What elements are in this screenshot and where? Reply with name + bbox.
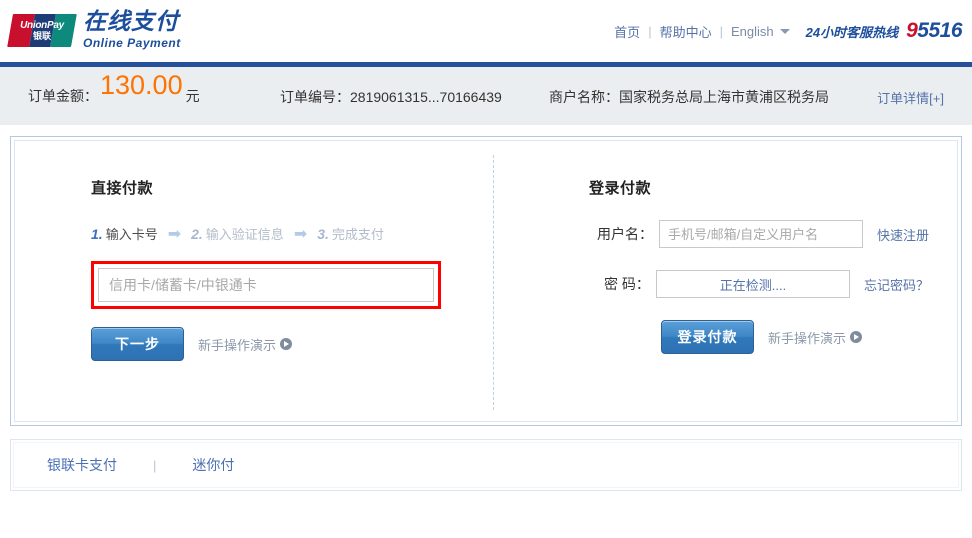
nav-separator-2: | [719,23,723,39]
password-label: 密 码： [604,276,650,292]
login-pay-actions: 登录付款 新手操作演示 [661,320,929,354]
username-row: 用户名： 快速注册 [589,220,929,248]
step-1: 1. 输入卡号 [91,224,158,243]
username-input[interactable] [658,220,863,248]
order-summary-bar: 订单金额： 130.00 元 订单编号：2819061315...7016643… [0,67,972,125]
payment-panel: 直接付款 1. 输入卡号 ➡ 2. 输入验证信息 ➡ 3. 完成支付 信用卡/储… [10,136,962,426]
quick-register-link[interactable]: 快速注册 [877,225,929,244]
hotline-number-first: 9 [906,19,918,42]
language-selector[interactable]: English [731,24,790,39]
logo-mark-cn: 银联 [32,30,51,40]
step-arrow-icon-1: ➡ [167,225,182,243]
logo-mark-en: UnionPay [20,19,64,30]
unionpay-logo[interactable]: UnionPay 银联 在线支付 Online Payment [7,9,181,50]
tab-unionpay-card[interactable]: 银联卡支付 [47,455,117,475]
password-status-text: 正在检测.... [719,277,787,293]
step-2-number: 2. [191,226,203,242]
card-number-input[interactable] [98,268,434,302]
logo-wordmark: 在线支付 Online Payment [83,9,181,50]
unionpay-mark-icon: UnionPay 银联 [7,13,77,47]
hotline-number: 95516 [906,19,962,43]
step-2-label: 输入验证信息 [205,227,284,242]
order-amount-label: 订单金额： [28,88,98,104]
tab-mini-pay[interactable]: 迷你付 [192,455,234,475]
forgot-password-link[interactable]: 忘记密码？ [864,275,929,294]
bottom-separator: | [153,457,157,473]
step-arrow-icon-2: ➡ [293,225,308,243]
nav-link-home[interactable]: 首页 [614,22,640,41]
hotline-number-rest: 5516 [917,19,962,42]
card-number-highlight [91,261,441,309]
order-amount-value: 130.00 [100,70,183,100]
direct-pay-section: 直接付款 1. 输入卡号 ➡ 2. 输入验证信息 ➡ 3. 完成支付 信用卡/储… [91,177,471,361]
logo-title-cn: 在线支付 [83,9,179,35]
login-pay-section: 登录付款 用户名： 快速注册 密 码： 正在检测.... 忘记密码？ 登录付款 … [589,177,929,354]
password-input[interactable]: 正在检测.... [655,270,850,298]
bottom-links: 银联卡支付 | 迷你付 [47,455,234,475]
play-circle-icon [280,338,293,350]
direct-pay-title: 直接付款 [91,180,154,197]
login-pay-title: 登录付款 [589,180,652,197]
language-label: English [730,23,774,39]
direct-pay-demo-link[interactable]: 新手操作演示 [198,335,293,354]
hotline-label: 24小时客服热线 [805,24,899,40]
step-2: 2. 输入验证信息 [191,224,284,243]
order-detail-toggle[interactable]: 订单详情[+] [877,88,944,107]
order-number: 订单编号：2819061315...70166439 [280,89,502,105]
order-amount-unit: 元 [185,88,200,104]
payment-method-tabs: 银联卡支付 | 迷你付 [10,439,962,491]
step-3-label: 完成支付 [331,227,384,242]
direct-pay-demo-label: 新手操作演示 [198,337,277,353]
panel-divider [493,155,494,410]
username-label: 用户名： [596,226,653,242]
step-3: 3. 完成支付 [317,224,384,243]
login-pay-button[interactable]: 登录付款 [661,320,754,354]
login-pay-demo-link[interactable]: 新手操作演示 [768,328,863,347]
merchant-name: 商户名称：国家税务总局上海市黄浦区税务局 [549,89,829,105]
direct-pay-actions: 下一步 新手操作演示 [91,327,471,361]
header-nav: 首页 | 帮助中心 | English 24小时客服热线 95516 [614,19,962,43]
step-1-number: 1. [91,226,103,242]
page-header: UnionPay 银联 在线支付 Online Payment 首页 | 帮助中… [0,0,972,62]
nav-separator-1: | [648,23,652,39]
step-3-number: 3. [317,226,329,242]
direct-pay-steps: 1. 输入卡号 ➡ 2. 输入验证信息 ➡ 3. 完成支付 [91,224,471,243]
step-1-label: 输入卡号 [105,227,158,242]
nav-link-help-center[interactable]: 帮助中心 [660,22,712,41]
password-row: 密 码： 正在检测.... 忘记密码？ [589,270,929,298]
order-amount: 订单金额： 130.00 元 [28,67,200,125]
chevron-down-icon [779,28,790,34]
play-circle-icon [850,331,863,343]
login-pay-demo-label: 新手操作演示 [768,330,847,346]
logo-title-en: Online Payment [83,36,181,50]
next-step-button[interactable]: 下一步 [91,327,184,361]
